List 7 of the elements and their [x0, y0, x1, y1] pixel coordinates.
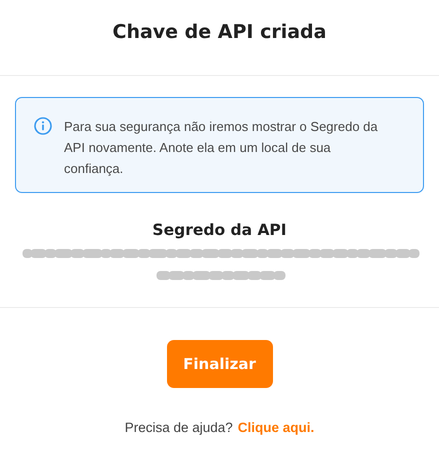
- secret-label: Segredo da API: [152, 221, 287, 239]
- notice-text: Para sua segurança não iremos mostrar o Segredo da API novamente. Anote ela em um local de sua confiança.: [64, 118, 379, 178]
- help-link[interactable]: Clique aqui.: [238, 420, 314, 435]
- dialog-title: Chave de API criada: [112, 21, 326, 45]
- info-icon: [34, 117, 52, 135]
- help-text: Precisa de ajuda?: [124, 420, 233, 435]
- finish-button[interactable]: Finalizar: [166, 340, 272, 388]
